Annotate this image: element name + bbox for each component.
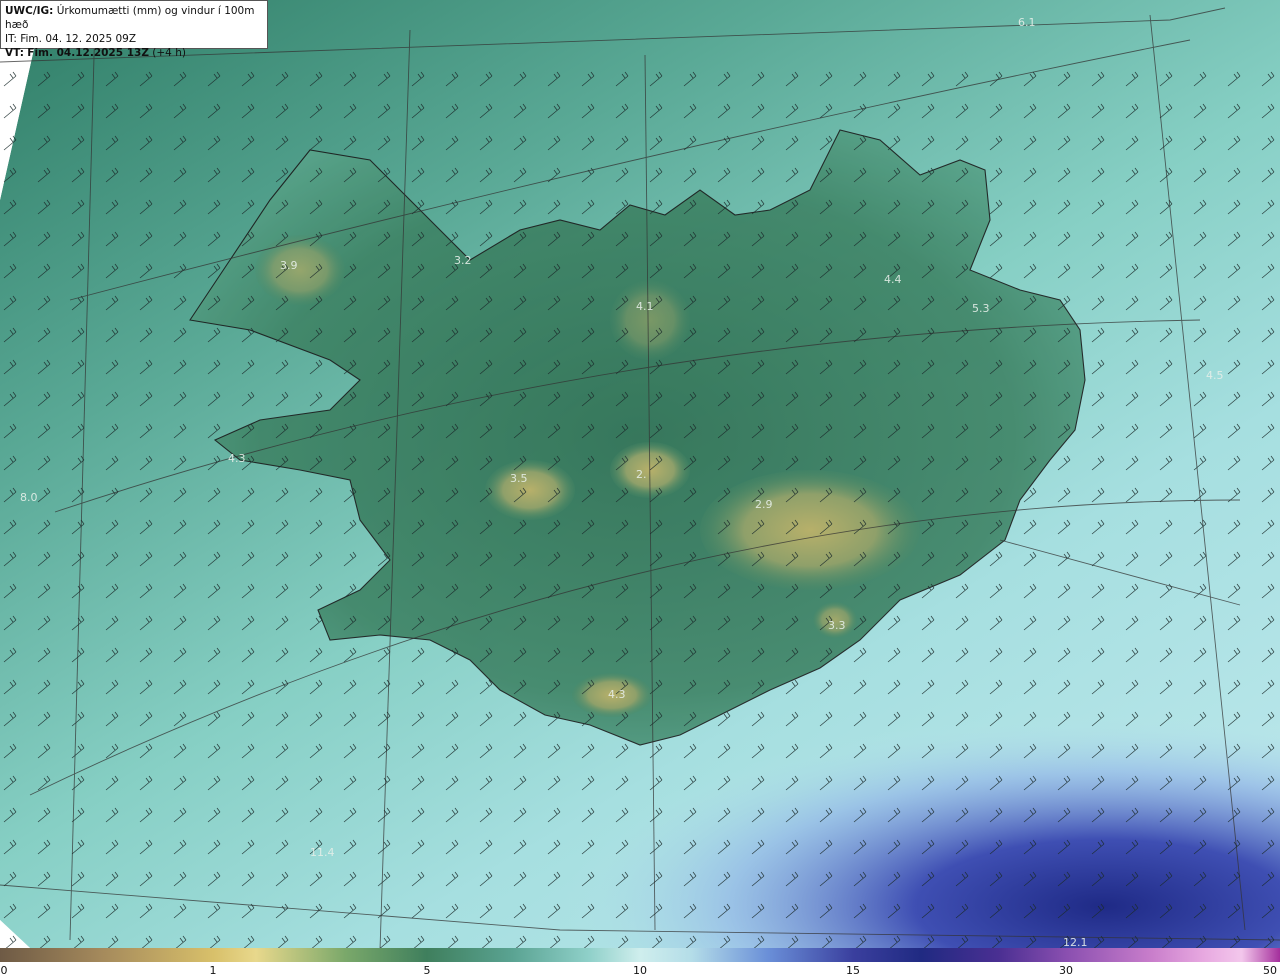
lead-time: (+4 h) [152, 47, 186, 59]
map-value: 2. [636, 468, 647, 481]
map-value: 4.5 [1206, 369, 1224, 382]
map-value: 4.1 [636, 300, 654, 313]
wind-barbs [0, 60, 1280, 948]
title-line: UWC/IG: Úrkomumætti (mm) og vindur í 100… [5, 4, 263, 32]
colorbar: 0 1 5 10 15 30 50 [0, 948, 1280, 978]
valid-time: Fim. 04.12.2025 13Z [27, 47, 149, 59]
colorbar-tick: 50 [1263, 964, 1277, 977]
colorbar-tick: 0 [0, 964, 8, 977]
valid-line: VT: Fim. 04.12.2025 13Z (+4 h) [5, 46, 263, 60]
colorbar-tick: 5 [423, 964, 431, 977]
colorbar-strip [0, 948, 1280, 962]
map-value: 3.3 [828, 619, 846, 632]
model-name: UWC/IG: [5, 5, 54, 17]
weather-map: 6.1 3.9 3.2 4.1 4.4 5.3 4.5 4.3 8.0 3.5 … [0, 0, 1280, 948]
map-value: 3.2 [454, 254, 472, 267]
map-value: 6.1 [1018, 16, 1036, 29]
map-value: 4.3 [608, 688, 626, 701]
colorbar-tick: 10 [633, 964, 647, 977]
map-value: 12.1 [1063, 936, 1088, 948]
valid-prefix: VT: [5, 47, 24, 59]
map-value: 4.4 [884, 273, 902, 286]
colorbar-tick: 15 [846, 964, 860, 977]
colorbar-tick: 1 [209, 964, 217, 977]
info-box: UWC/IG: Úrkomumætti (mm) og vindur í 100… [0, 0, 268, 59]
map-canvas: 6.1 3.9 3.2 4.1 4.4 5.3 4.5 4.3 8.0 3.5 … [0, 0, 1280, 948]
map-value: 8.0 [20, 491, 38, 504]
map-value: 5.3 [972, 302, 990, 315]
issue-time: IT: Fim. 04. 12. 2025 09Z [5, 33, 137, 45]
map-value: 4.3 [228, 452, 246, 465]
map-value: 3.9 [280, 259, 298, 272]
map-value: 3.5 [510, 472, 528, 485]
colorbar-tick: 30 [1059, 964, 1073, 977]
map-value: 2.9 [755, 498, 773, 511]
map-value: 11.4 [310, 846, 335, 859]
